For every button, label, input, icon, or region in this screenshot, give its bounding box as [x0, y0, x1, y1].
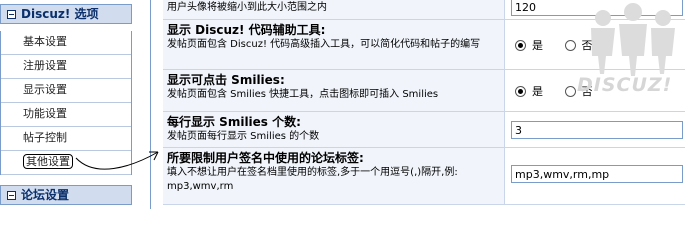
table-row: 显示可点击 Smilies: 发帖页面包含 Smilies 快捷工具，点击图标即…: [163, 70, 685, 112]
signature-tags-desc: 填入不想让用户在签名档里使用的标签,多于一个用逗号(,)隔开,例: mp3,wm…: [167, 167, 458, 192]
signature-tags-title: 所要限制用户签名中使用的论坛标签:: [167, 151, 364, 165]
avatar-size-desc: 用户头像将被缩小到此大小范围之内: [167, 2, 327, 13]
discuz-code-tool-yes-radio[interactable]: [515, 39, 526, 51]
sidebar-item-basic[interactable]: 基本设置: [1, 31, 131, 55]
smilies-per-row-input[interactable]: [511, 121, 683, 139]
smilies-clickable-no-radio[interactable]: [564, 85, 576, 97]
sidebar-item-features[interactable]: 功能设置: [1, 103, 131, 127]
smilies-clickable-desc: 发帖页面包含 Smilies 快捷工具，点击图标即可插入 Smilies: [167, 89, 439, 100]
collapse-icon: [7, 191, 16, 200]
table-row: 每行显示 Smilies 个数: 发帖页面每行显示 Smilies 的个数: [163, 112, 685, 148]
sidebar-menu: 基本设置 注册设置 显示设置 功能设置 帖子控制 其他设置: [0, 31, 132, 175]
sidebar: Discuz! 选项 基本设置 注册设置 显示设置 功能设置 帖子控制 其他设置…: [0, 0, 148, 209]
smilies-clickable-yes-radio[interactable]: [515, 85, 526, 97]
avatar-size-input[interactable]: [511, 0, 683, 16]
sidebar-item-register[interactable]: 注册设置: [1, 55, 131, 79]
discuz-code-tool-title: 显示 Discuz! 代码辅助工具:: [167, 23, 326, 37]
table-row: 用户头像将被缩小到此大小范围之内: [163, 0, 685, 20]
sidebar-header-forum-settings[interactable]: 论坛设置: [0, 185, 132, 205]
discuz-code-tool-radio-group: 是 否: [515, 37, 611, 53]
smilies-clickable-radio-group: 是 否: [515, 83, 611, 99]
sidebar-item-display[interactable]: 显示设置: [1, 79, 131, 103]
table-row: 显示 Discuz! 代码辅助工具: 发帖页面包含 Discuz! 代码高级插入…: [163, 20, 685, 70]
sidebar-item-post-control[interactable]: 帖子控制: [1, 127, 131, 151]
smilies-per-row-desc: 发帖页面每行显示 Smilies 的个数: [167, 131, 320, 142]
signature-tags-input[interactable]: [511, 165, 683, 183]
sidebar-header-discuz-options[interactable]: Discuz! 选项: [0, 4, 132, 24]
sidebar-item-other[interactable]: 其他设置: [1, 151, 131, 175]
table-row: 所要限制用户签名中使用的论坛标签: 填入不想让用户在签名档里使用的标签,多于一个…: [163, 148, 685, 205]
discuz-code-tool-desc: 发帖页面包含 Discuz! 代码高级插入工具，可以简化代码和帖子的编写: [167, 39, 481, 50]
smilies-per-row-title: 每行显示 Smilies 个数:: [167, 115, 301, 129]
smilies-clickable-title: 显示可点击 Smilies:: [167, 73, 285, 87]
settings-table: 用户头像将被缩小到此大小范围之内 显示 Discuz! 代码辅助工具: 发帖页面…: [150, 0, 686, 209]
collapse-icon: [7, 10, 16, 19]
discuz-code-tool-no-radio[interactable]: [564, 39, 576, 51]
main-panel: 用户头像将被缩小到此大小范围之内 显示 Discuz! 代码辅助工具: 发帖页面…: [150, 0, 691, 209]
